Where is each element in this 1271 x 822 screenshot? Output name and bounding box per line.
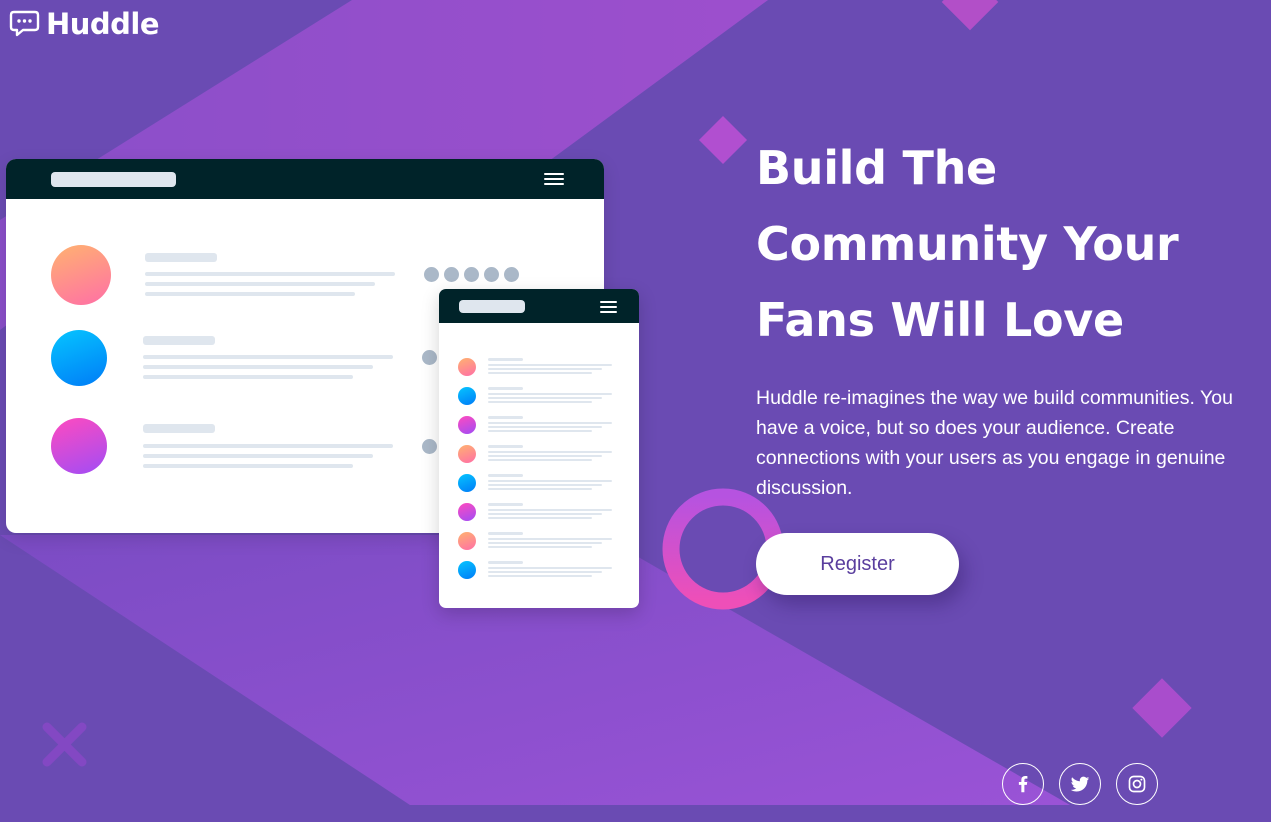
text-placeholder: [488, 571, 602, 573]
text-placeholder: [488, 422, 612, 424]
header-title-placeholder: [51, 172, 176, 187]
avatar: [458, 561, 476, 579]
diamond-mid: [698, 115, 748, 165]
text-placeholder: [488, 393, 612, 395]
text-placeholder: [145, 272, 395, 276]
text-placeholder: [145, 282, 375, 286]
text-placeholder: [488, 401, 592, 403]
text-placeholder: [143, 336, 215, 345]
text-placeholder: [143, 464, 353, 468]
avatar: [458, 503, 476, 521]
brand-logo[interactable]: Huddle: [9, 7, 160, 41]
status-dot: [444, 267, 459, 282]
text-placeholder: [488, 474, 523, 477]
text-placeholder: [488, 430, 592, 432]
text-placeholder: [145, 292, 355, 296]
mobile-mockup-illustration: [439, 289, 639, 608]
text-placeholder: [143, 375, 353, 379]
facebook-icon: [1018, 776, 1028, 793]
facebook-link[interactable]: [1002, 763, 1044, 805]
text-placeholder: [488, 368, 602, 370]
status-dot: [504, 267, 519, 282]
hero-heading-line: Fans Will Love: [756, 293, 1124, 347]
text-placeholder: [488, 532, 523, 535]
mobile-list-item: [439, 559, 639, 583]
mobile-mockup-header: [439, 289, 639, 323]
avatar: [51, 245, 111, 305]
text-placeholder: [488, 455, 602, 457]
hamburger-icon: [600, 301, 617, 313]
hero-description: Huddle re-imagines the way we build comm…: [756, 387, 1233, 499]
header-title-placeholder: [459, 300, 525, 313]
text-placeholder: [488, 575, 592, 577]
text-placeholder: [488, 372, 592, 374]
text-placeholder: [488, 503, 523, 506]
avatar: [51, 418, 107, 474]
avatar: [458, 387, 476, 405]
status-dot: [422, 439, 437, 454]
text-placeholder: [488, 445, 523, 448]
text-placeholder: [488, 542, 602, 544]
text-placeholder: [145, 253, 217, 262]
register-button[interactable]: Register: [756, 533, 959, 595]
mobile-list-item: [439, 443, 639, 467]
hero-heading: Build The Community Your Fans Will Love: [756, 130, 1236, 358]
avatar: [458, 532, 476, 550]
avatar: [458, 474, 476, 492]
text-placeholder: [143, 454, 373, 458]
avatar: [458, 358, 476, 376]
mobile-list-item: [439, 414, 639, 438]
status-dot: [484, 267, 499, 282]
diamond-top: [941, 0, 999, 31]
status-dot: [424, 267, 439, 282]
chat-bubble-icon: [9, 10, 40, 37]
text-placeholder: [488, 546, 592, 548]
status-dot: [422, 350, 437, 365]
mobile-list-item: [439, 385, 639, 409]
text-placeholder: [143, 355, 393, 359]
text-placeholder: [143, 424, 215, 433]
diamond-bottom: [1132, 678, 1192, 738]
text-placeholder: [488, 480, 612, 482]
text-placeholder: [488, 451, 612, 453]
text-placeholder: [488, 567, 612, 569]
instagram-icon: [1128, 775, 1146, 793]
mobile-list-item: [439, 356, 639, 380]
mobile-list-item: [439, 501, 639, 525]
text-placeholder: [488, 538, 612, 540]
text-placeholder: [488, 459, 592, 461]
text-placeholder: [488, 517, 592, 519]
text-placeholder: [143, 365, 373, 369]
text-placeholder: [488, 358, 523, 361]
avatar: [51, 330, 107, 386]
text-placeholder: [488, 387, 523, 390]
text-placeholder: [488, 561, 523, 564]
desktop-mockup-header: [6, 159, 604, 199]
avatar: [458, 416, 476, 434]
text-placeholder: [488, 484, 602, 486]
social-links: [1002, 763, 1158, 805]
status-dot: [464, 267, 479, 282]
text-placeholder: [488, 364, 612, 366]
text-placeholder: [488, 416, 523, 419]
hero-heading-line: Build The: [756, 141, 997, 195]
twitter-icon: [1070, 776, 1090, 792]
hamburger-icon: [544, 173, 564, 185]
mobile-list-item: [439, 472, 639, 496]
text-placeholder: [488, 509, 612, 511]
instagram-link[interactable]: [1116, 763, 1158, 805]
text-placeholder: [488, 426, 602, 428]
hero-heading-line: Community Your: [756, 217, 1179, 271]
text-placeholder: [143, 444, 393, 448]
text-placeholder: [488, 397, 602, 399]
brand-name: Huddle: [46, 7, 160, 41]
mobile-list-item: [439, 530, 639, 554]
cross-decoration: [42, 722, 87, 767]
avatar: [458, 445, 476, 463]
text-placeholder: [488, 488, 592, 490]
text-placeholder: [488, 513, 602, 515]
twitter-link[interactable]: [1059, 763, 1101, 805]
